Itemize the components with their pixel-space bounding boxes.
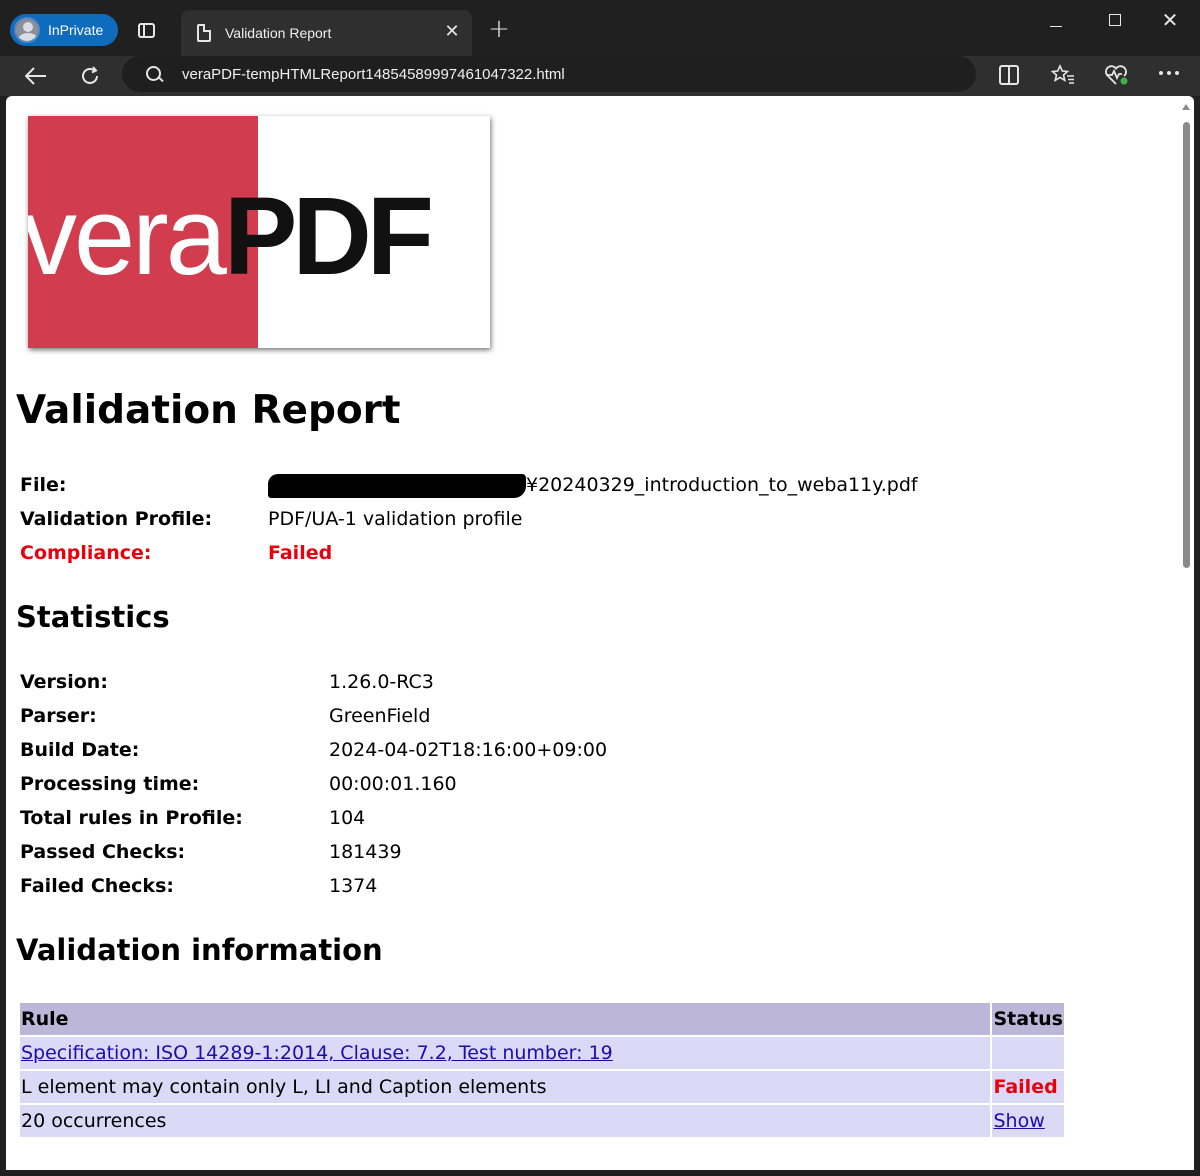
file-value: ¥20240329_introduction_to_weba11y.pdf — [526, 474, 918, 496]
rule-description: L element may contain only L, LI and Cap… — [20, 1071, 991, 1103]
stat-value-passed-checks: 181439 — [329, 841, 402, 863]
minimize-icon[interactable] — [1046, 16, 1066, 36]
verapdf-logo: veraPDF — [28, 116, 490, 348]
stat-label-passed-checks: Passed Checks: — [20, 841, 186, 863]
stat-value-build-date: 2024-04-02T18:16:00+09:00 — [329, 739, 608, 761]
avatar-icon — [14, 17, 40, 43]
statistics-heading: Statistics — [16, 600, 170, 634]
stat-label-version: Version: — [20, 671, 108, 693]
maximize-icon[interactable] — [1105, 10, 1125, 30]
compliance-label: Compliance: — [20, 542, 152, 564]
column-header-rule: Rule — [20, 1003, 991, 1035]
inprivate-profile-button[interactable]: InPrivate — [10, 14, 118, 46]
rule-status-failed: Failed — [992, 1071, 1064, 1103]
specification-link[interactable]: Specification: ISO 14289-1:2014, Clause:… — [21, 1042, 613, 1064]
browser-toolbar: veraPDF-tempHTMLReport148545899974610473… — [0, 56, 1200, 96]
stat-label-processing-time: Processing time: — [20, 773, 200, 795]
spec-cell: Specification: ISO 14289-1:2014, Clause:… — [20, 1037, 991, 1069]
url-text[interactable]: veraPDF-tempHTMLReport148545899974610473… — [182, 66, 565, 83]
logo-wordmark: veraPDF — [28, 182, 434, 292]
table-row: Specification: ISO 14289-1:2014, Clause:… — [20, 1037, 1064, 1069]
page-viewport: veraPDF Validation Report File: ¥2024032… — [6, 96, 1194, 1170]
tab-title: Validation Report — [225, 25, 332, 41]
table-header-row: Rule Status — [20, 1003, 1064, 1035]
logo-vera-text: vera — [28, 175, 227, 298]
validation-table: Rule Status Specification: ISO 14289-1:2… — [18, 1001, 1066, 1139]
stat-label-parser: Parser: — [20, 705, 97, 727]
stat-label-total-rules: Total rules in Profile: — [20, 807, 243, 829]
column-header-status: Status — [992, 1003, 1064, 1035]
refresh-icon[interactable] — [76, 62, 104, 90]
stat-value-parser: GreenField — [329, 705, 431, 727]
stat-value-failed-checks: 1374 — [329, 875, 378, 897]
validation-information-heading: Validation information — [16, 933, 383, 967]
profile-label: InPrivate — [48, 22, 104, 38]
vertical-scrollbar[interactable] — [1178, 96, 1194, 1170]
stat-label-failed-checks: Failed Checks: — [20, 875, 174, 897]
new-tab-icon[interactable]: + — [486, 16, 512, 42]
more-options-icon[interactable] — [1156, 60, 1182, 86]
show-cell: Show — [992, 1105, 1064, 1137]
occurrences-count: 20 occurrences — [20, 1105, 991, 1137]
tab-close-icon[interactable]: ✕ — [442, 22, 462, 42]
logo-pdf-text: PDF — [223, 175, 434, 298]
scrollbar-thumb[interactable] — [1183, 122, 1190, 568]
window-close-icon[interactable]: ✕ — [1160, 8, 1180, 32]
stat-label-build-date: Build Date: — [20, 739, 140, 761]
tab-validation-report[interactable]: Validation Report ✕ — [181, 10, 472, 56]
empty-status-cell — [992, 1037, 1064, 1069]
show-occurrences-link[interactable]: Show — [993, 1110, 1044, 1132]
browser-essentials-icon[interactable] — [1104, 62, 1130, 88]
validation-profile-label: Validation Profile: — [20, 508, 213, 530]
tab-actions-icon[interactable] — [134, 18, 158, 42]
search-icon — [146, 66, 162, 82]
compliance-value: Failed — [268, 542, 333, 564]
validation-profile-value: PDF/UA-1 validation profile — [268, 508, 523, 530]
stat-value-version: 1.26.0-RC3 — [329, 671, 434, 693]
address-bar[interactable]: veraPDF-tempHTMLReport148545899974610473… — [122, 56, 976, 92]
stat-value-total-rules: 104 — [329, 807, 366, 829]
page-title: Validation Report — [16, 388, 401, 433]
browser-tab-bar: InPrivate Validation Report ✕ + ✕ — [0, 0, 1200, 56]
split-screen-icon[interactable] — [996, 62, 1022, 88]
table-row: 20 occurrences Show — [20, 1105, 1064, 1137]
redaction-mark — [268, 474, 526, 498]
table-row: L element may contain only L, LI and Cap… — [20, 1071, 1064, 1103]
favorites-icon[interactable] — [1050, 62, 1076, 88]
stat-value-processing-time: 00:00:01.160 — [329, 773, 457, 795]
back-icon[interactable] — [22, 62, 50, 90]
file-label: File: — [20, 474, 67, 496]
scroll-up-arrow-icon[interactable] — [1182, 104, 1190, 110]
page-icon — [197, 24, 211, 42]
